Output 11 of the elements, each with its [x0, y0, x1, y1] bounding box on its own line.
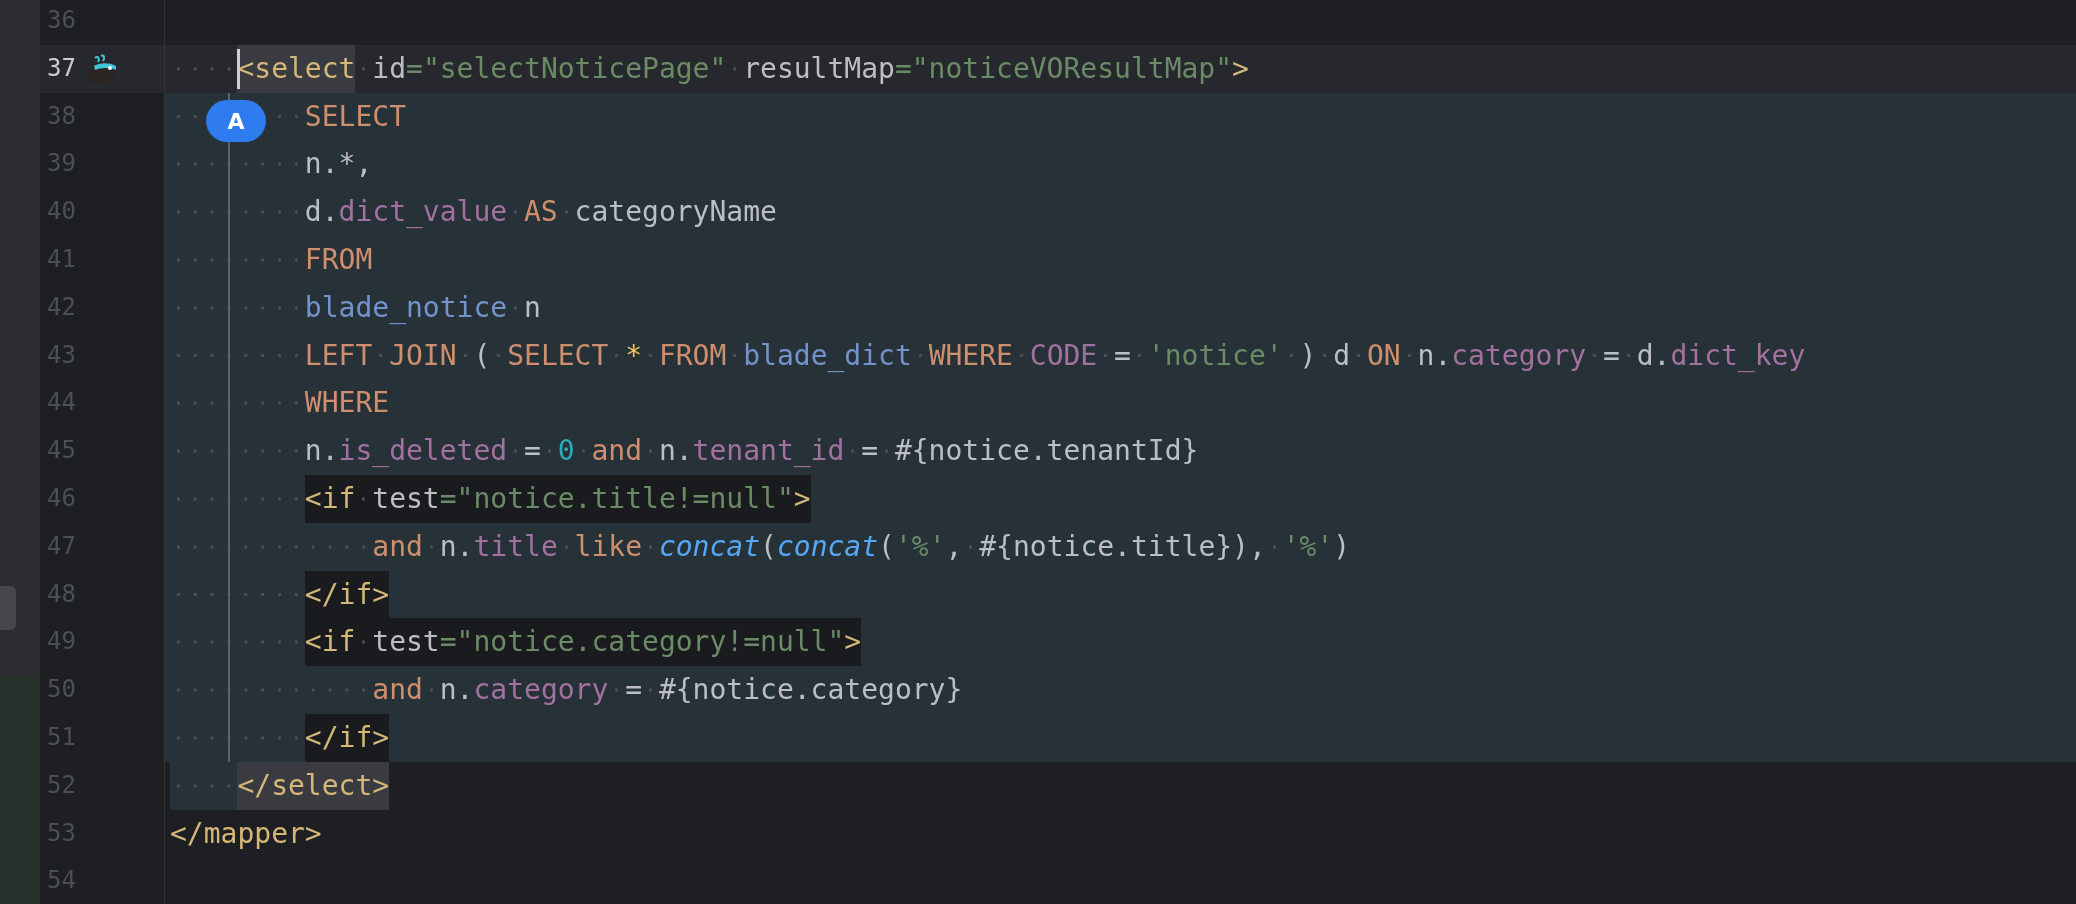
line-number: 37 [47, 52, 76, 84]
code-line: and n.title like concat(concat('%', #{notice.title}), '%') [170, 522, 1351, 571]
code-line: n.is_deleted = 0 and n.tenant_id = #{notice.tenantId} [170, 427, 1199, 475]
code-line: blade_notice n [170, 283, 541, 332]
panel-handle[interactable] [0, 586, 16, 630]
bird-icon[interactable] [84, 51, 119, 86]
code-line: d.dict_value AS categoryName [170, 188, 777, 236]
code-line: </mapper> [170, 815, 322, 852]
code-line: and n.category = #{notice.category} [170, 666, 963, 714]
code-line: LEFT JOIN ( SELECT * FROM blade_dict WHERE CODE = 'notice' ) d ON n.category = d.dict_key [170, 331, 1806, 380]
code-line: <select id="selectNoticePage" resultMap="noticeVOResultMap"> [170, 44, 1249, 93]
